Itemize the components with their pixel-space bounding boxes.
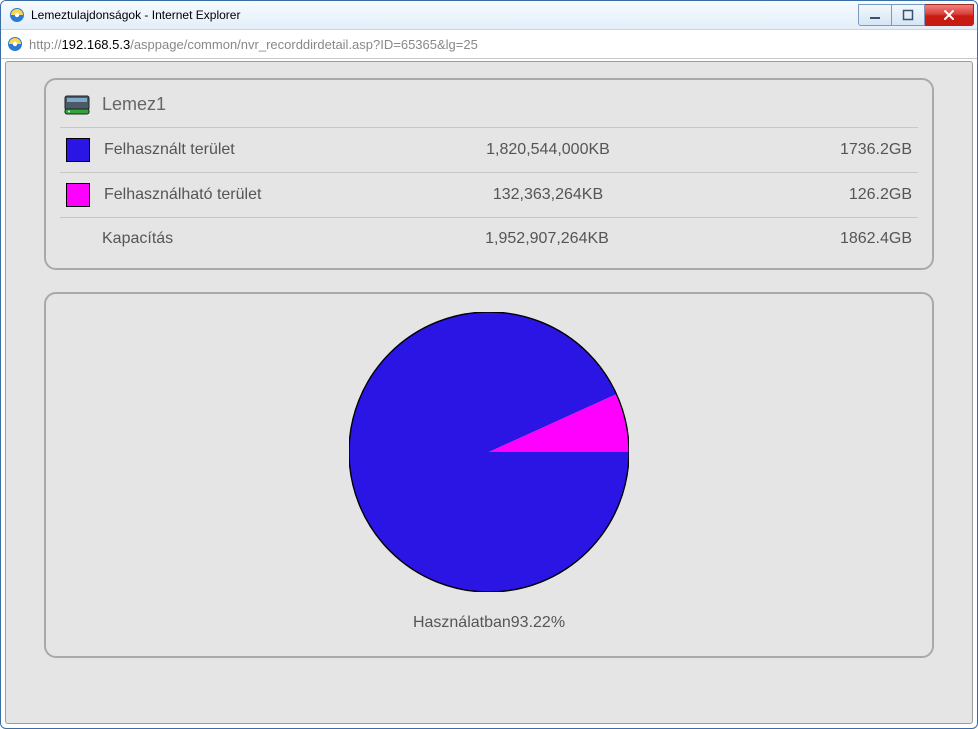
- address-bar[interactable]: http://192.168.5.3/asppage/common/nvr_re…: [1, 30, 977, 59]
- close-button[interactable]: [925, 4, 974, 26]
- page-content: Lemez1 Felhasznált terület1,820,544,000K…: [5, 61, 973, 724]
- disk-header: Lemez1: [46, 80, 932, 127]
- close-icon: [942, 8, 956, 22]
- row-label: Felhasznált terület: [104, 141, 364, 159]
- disk-rows: Felhasznált terület1,820,544,000KB1736.2…: [60, 127, 918, 260]
- maximize-button[interactable]: [892, 4, 925, 26]
- pie-chart: [349, 312, 629, 592]
- hdd-icon: [64, 95, 90, 115]
- ie-window: Lemeztulajdonságok - Internet Explorer h…: [0, 0, 978, 729]
- disk-row-free: Felhasználható terület132,363,264KB126.2…: [60, 172, 918, 217]
- url-path: /asppage/common/nvr_recorddirdetail.asp?…: [130, 37, 478, 52]
- row-gb: 1736.2GB: [732, 141, 912, 159]
- row-label: Felhasználható terület: [104, 186, 364, 204]
- usage-percent: 93.22%: [511, 614, 565, 631]
- disk-row-used: Felhasznált terület1,820,544,000KB1736.2…: [60, 127, 918, 172]
- disk-row-capacity: Kapacítás1,952,907,264KB1862.4GB: [60, 217, 918, 260]
- titlebar[interactable]: Lemeztulajdonságok - Internet Explorer: [1, 1, 977, 30]
- row-label: Kapacítás: [102, 230, 362, 248]
- free-swatch-icon: [66, 183, 90, 207]
- usage-prefix: Használatban: [413, 614, 511, 631]
- url-host: 192.168.5.3: [62, 37, 131, 52]
- minimize-icon: [869, 9, 881, 21]
- maximize-icon: [902, 9, 914, 21]
- disk-info-panel: Lemez1 Felhasznált terület1,820,544,000K…: [44, 78, 934, 270]
- disk-name: Lemez1: [102, 94, 166, 115]
- window-controls: [858, 4, 974, 26]
- usage-caption: Használatban93.22%: [413, 614, 565, 632]
- title-caption: Lemeztulajdonságok - Internet Explorer: [9, 7, 858, 23]
- ie-favicon-icon: [7, 36, 23, 52]
- url-prefix: http://: [29, 37, 62, 52]
- ie-logo-icon: [9, 7, 25, 23]
- window-title: Lemeztulajdonságok - Internet Explorer: [31, 8, 240, 22]
- used-swatch-icon: [66, 138, 90, 162]
- row-gb: 126.2GB: [732, 186, 912, 204]
- url-text: http://192.168.5.3/asppage/common/nvr_re…: [29, 37, 478, 52]
- row-gb: 1862.4GB: [732, 230, 912, 248]
- row-kb: 1,952,907,264KB: [362, 230, 732, 248]
- row-kb: 1,820,544,000KB: [364, 141, 732, 159]
- row-kb: 132,363,264KB: [364, 186, 732, 204]
- minimize-button[interactable]: [858, 4, 892, 26]
- chart-panel: Használatban93.22%: [44, 292, 934, 658]
